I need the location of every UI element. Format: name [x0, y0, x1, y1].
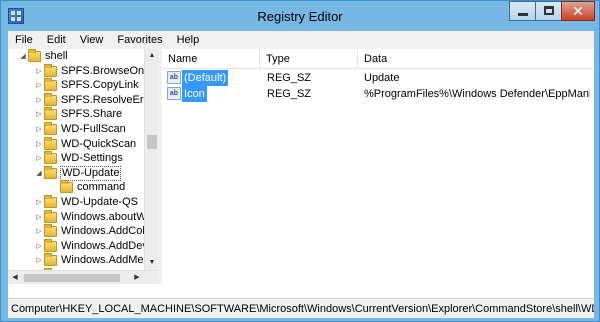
column-header-type[interactable]: Type [260, 49, 358, 69]
expand-arrow-icon[interactable]: ▷ [34, 122, 44, 137]
folder-icon [44, 63, 57, 77]
tree-item[interactable]: ◢ shell [18, 49, 69, 64]
value-row[interactable]: ab Icon REG_SZ %ProgramFiles%\Windows Defen… [162, 86, 594, 102]
menu-file[interactable]: File [8, 31, 40, 49]
folder-icon [44, 209, 57, 223]
tree-item[interactable]: ▷ Windows.aboutWi [34, 209, 150, 225]
expand-arrow-icon[interactable]: ▷ [34, 93, 44, 108]
tree-item-label: WD-Update-QS [61, 196, 139, 208]
value-type: REG_SZ [267, 72, 312, 84]
tree-item[interactable]: ▷ Windows.AddColu [34, 224, 152, 239]
tree-item[interactable]: ▷ SPFS.ResolveError [34, 92, 158, 108]
value-name: Icon [182, 86, 207, 102]
tree-item[interactable]: ▷ WD-Update-QS [34, 195, 139, 210]
menu-favorites[interactable]: Favorites [110, 31, 169, 49]
tree-item-label: WD-Update [60, 165, 122, 181]
tree-item[interactable]: ▷ Windows.AddMed [34, 253, 151, 268]
folder-icon [28, 49, 41, 62]
value-data: Update [364, 72, 400, 84]
expand-arrow-icon[interactable]: ▷ [34, 239, 44, 254]
expand-arrow-icon[interactable]: ▷ [34, 151, 44, 166]
expand-arrow-icon[interactable]: ▷ [34, 195, 44, 210]
expand-arrow-icon[interactable]: ▷ [34, 137, 44, 152]
close-button[interactable]: ✕ [561, 1, 595, 21]
folder-icon [44, 92, 57, 106]
tree-item-label: command [77, 181, 126, 194]
folder-icon [44, 78, 57, 92]
string-value-icon: ab [167, 71, 181, 84]
scroll-up-icon[interactable]: ▲ [145, 49, 158, 63]
collapse-arrow-icon[interactable]: ◢ [18, 49, 28, 64]
folder-icon [44, 151, 57, 165]
values-list: Name Type Data ab (Default) REG_SZ Update ab… [162, 49, 594, 284]
column-header-name[interactable]: Name [162, 49, 260, 69]
scroll-down-icon[interactable]: ▼ [145, 256, 158, 270]
menu-help[interactable]: Help [170, 31, 207, 49]
value-data: %ProgramFiles%\Windows Defender\EppManif… [364, 88, 590, 100]
close-icon: ✕ [572, 3, 584, 19]
tree-item[interactable]: ◢ WD-Update [34, 165, 122, 181]
tree-item-label: Windows.aboutWi [61, 210, 150, 223]
tree-item[interactable]: ▷ SPFS.BrowseOnSha [34, 63, 158, 79]
tree-item[interactable]: ▷ SPFS.CopyLink [34, 78, 140, 93]
value-name: (Default) [182, 70, 229, 86]
value-type: REG_SZ [267, 88, 312, 100]
tree-item-label: WD-FullScan [61, 123, 126, 135]
tree-horizontal-scrollbar[interactable]: ◀ ▶ [8, 270, 158, 284]
tree-item[interactable]: ▷ Windows.AddDevi [34, 238, 151, 254]
expand-arrow-icon[interactable]: ▷ [34, 253, 44, 268]
tree-item-label: SPFS.Share [61, 108, 123, 121]
tree-item-label: Windows.AddMed [61, 254, 150, 267]
tree-item-label: WD-Settings [61, 152, 123, 165]
collapse-arrow-icon[interactable]: ◢ [34, 166, 44, 181]
tree-item[interactable]: ▷ WD-FullScan [34, 122, 127, 137]
registry-editor-window: Registry Editor ✕ File Edit View Favorit… [0, 0, 600, 322]
folder-icon [44, 165, 57, 179]
folder-icon [44, 253, 57, 267]
menu-view[interactable]: View [73, 31, 111, 49]
folder-icon [44, 224, 57, 238]
column-header-data[interactable]: Data [358, 49, 594, 69]
horizontal-scroll-thumb[interactable] [24, 274, 120, 282]
folder-icon [44, 122, 57, 135]
tree-item-label: shell [45, 50, 68, 62]
scroll-thumb[interactable] [147, 135, 157, 149]
tree-item[interactable]: ▷ SPFS.Share [34, 107, 123, 122]
list-header: Name Type Data [162, 49, 594, 69]
menu-edit[interactable]: Edit [40, 31, 73, 49]
scroll-right-icon[interactable]: ▶ [130, 271, 144, 284]
maximize-button[interactable] [535, 1, 561, 21]
folder-icon [44, 136, 57, 150]
folder-icon [44, 107, 57, 121]
tree-item-label: Windows.AddColu [61, 225, 151, 238]
expand-arrow-icon[interactable]: ▷ [34, 210, 44, 225]
expand-arrow-icon[interactable]: ▷ [34, 107, 44, 122]
folder-icon [44, 195, 57, 208]
tree-item[interactable]: command [50, 180, 126, 195]
folder-icon [60, 180, 73, 194]
scroll-left-icon[interactable]: ◀ [8, 271, 22, 284]
tree-item-label: SPFS.CopyLink [61, 79, 139, 92]
expand-arrow-icon[interactable]: ▷ [34, 224, 44, 239]
folder-icon [44, 238, 57, 252]
expand-arrow-icon[interactable]: ▷ [34, 78, 44, 93]
string-value-icon: ab [167, 87, 181, 100]
no-expander [50, 180, 60, 195]
tree-item[interactable]: ▷ WD-QuickScan [34, 136, 137, 152]
maximize-icon [544, 6, 554, 15]
status-bar-path: Computer\HKEY_LOCAL_MACHINE\SOFTWARE\Mic… [8, 298, 594, 318]
client-area: ◢ shell ▷ SPFS.BrowseOnSha ▷ SPFS.CopyLink ▷ SP… [8, 49, 594, 298]
tree-item-label: WD-QuickScan [61, 137, 137, 150]
scrollbar-corner [144, 271, 158, 284]
menu-bar: File Edit View Favorites Help [8, 31, 594, 49]
minimize-icon [518, 13, 528, 16]
expand-arrow-icon[interactable]: ▷ [34, 64, 44, 79]
tree-item[interactable]: ▷ WD-Settings [34, 151, 124, 166]
minimize-button[interactable] [509, 1, 535, 21]
value-row[interactable]: ab (Default) REG_SZ Update [162, 70, 594, 86]
key-tree: ◢ shell ▷ SPFS.BrowseOnSha ▷ SPFS.CopyLink ▷ SP… [8, 49, 158, 284]
tree-item-label: Windows.AddDevi [61, 239, 151, 252]
title-bar[interactable]: Registry Editor ✕ [1, 1, 599, 31]
tree-vertical-scrollbar[interactable]: ▲ ▼ [144, 49, 158, 270]
